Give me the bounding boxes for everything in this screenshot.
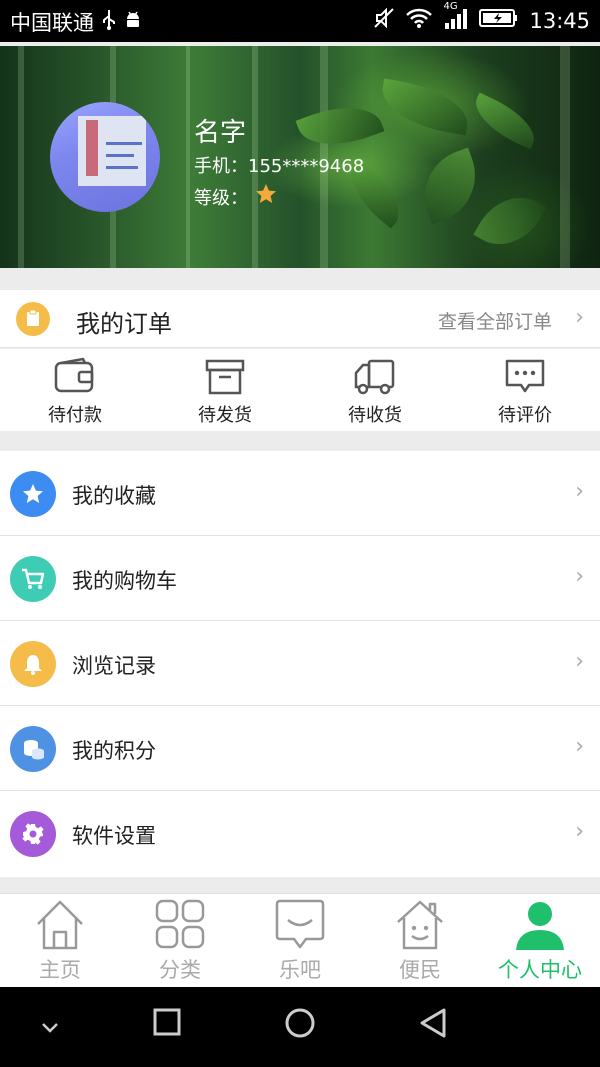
android-debug-icon — [124, 10, 142, 35]
order-pending-payment[interactable]: 待付款 — [0, 349, 150, 431]
wifi-icon — [405, 7, 433, 34]
avatar[interactable] — [50, 102, 160, 212]
system-navigation-bar — [0, 987, 600, 1067]
battery-icon — [479, 7, 519, 34]
tab-label: 主页 — [39, 958, 81, 982]
comment-icon — [505, 359, 545, 393]
chevron-right-icon: › — [575, 479, 584, 504]
coins-icon — [10, 726, 56, 772]
menu-item-label: 我的积分 — [72, 739, 156, 763]
chevron-right-icon: › — [575, 564, 584, 589]
level-info: 等级： — [194, 182, 278, 211]
menu-item-settings[interactable]: 软件设置 › — [0, 791, 600, 876]
order-status-label: 待付款 — [48, 405, 102, 426]
menu-item-points[interactable]: 我的积分 › — [0, 706, 600, 791]
tab-personal-center[interactable]: 个人中心 — [480, 894, 600, 987]
gear-icon — [10, 811, 56, 857]
chevron-right-icon: › — [575, 305, 584, 330]
box-icon — [205, 359, 245, 395]
phone-label: 手机： — [194, 156, 248, 177]
order-status-label: 待收货 — [348, 405, 402, 426]
tab-home[interactable]: 主页 — [0, 894, 120, 987]
my-orders-header[interactable]: 我的订单 查看全部订单 › — [0, 290, 600, 348]
background-stripe — [18, 46, 24, 268]
network-type: 4G — [443, 1, 458, 12]
menu-item-label: 浏览记录 — [72, 654, 156, 678]
carrier-name: 中国联通 — [10, 11, 94, 35]
home-icon — [37, 900, 83, 950]
order-status-label: 待评价 — [498, 405, 552, 426]
truck-icon — [354, 359, 395, 395]
tab-category[interactable]: 分类 — [120, 894, 240, 987]
username: 名字 — [194, 118, 247, 148]
menu-list: 我的收藏 › 我的购物车 › 浏览记录 › 我的积分 › 软件设置 › — [0, 451, 600, 877]
chevron-right-icon: › — [575, 649, 584, 674]
grid-icon — [155, 899, 205, 949]
tab-label: 便民 — [399, 958, 441, 982]
leaf-decoration — [473, 182, 547, 260]
wallet-icon — [54, 357, 94, 393]
order-status-label: 待发货 — [198, 405, 252, 426]
menu-item-label: 我的收藏 — [72, 484, 156, 508]
my-orders-title: 我的订单 — [76, 310, 172, 338]
clock: 13:45 — [529, 8, 590, 33]
tab-leba[interactable]: 乐吧 — [240, 894, 360, 987]
avatar-detail — [106, 142, 142, 145]
clipboard-icon — [16, 302, 50, 336]
level-label: 等级： — [194, 187, 248, 209]
menu-item-label: 软件设置 — [72, 824, 156, 848]
star-icon — [10, 471, 56, 517]
bell-icon — [10, 641, 56, 687]
house-face-icon — [397, 900, 443, 950]
chat-bubble-icon — [275, 899, 325, 949]
avatar-detail — [106, 154, 134, 157]
profile-header: 名字 手机：155****9468 等级： — [0, 46, 600, 268]
usb-icon — [102, 9, 116, 35]
cart-icon — [10, 556, 56, 602]
bottom-tab-bar: 主页 分类 乐吧 便民 个人中心 — [0, 893, 600, 987]
back-icon[interactable] — [418, 1007, 450, 1043]
tab-label: 个人中心 — [498, 958, 582, 982]
star-icon — [254, 182, 278, 211]
order-pending-shipment[interactable]: 待发货 — [150, 349, 300, 431]
chevron-right-icon: › — [575, 734, 584, 759]
signal-icon: 4G — [443, 1, 469, 34]
tab-label: 乐吧 — [279, 958, 321, 982]
mute-icon — [373, 7, 395, 34]
menu-item-cart[interactable]: 我的购物车 › — [0, 536, 600, 621]
menu-item-label: 我的购物车 — [72, 569, 177, 593]
recent-apps-icon[interactable] — [152, 1007, 182, 1041]
phone-info: 手机：155****9468 — [194, 152, 364, 178]
collapse-icon[interactable] — [38, 1015, 62, 1043]
avatar-detail — [106, 166, 138, 169]
home-button-icon[interactable] — [284, 1007, 316, 1043]
leaf-decoration — [466, 92, 544, 150]
view-all-orders-link[interactable]: 查看全部订单 — [438, 307, 552, 334]
leaf-decoration — [377, 78, 473, 136]
avatar-detail — [86, 120, 98, 176]
background-stripe — [560, 46, 570, 268]
tab-bianmin[interactable]: 便民 — [360, 894, 480, 987]
tab-label: 分类 — [159, 958, 201, 982]
background-stripe — [186, 46, 190, 268]
chevron-right-icon: › — [575, 819, 584, 844]
phone-number: 155****9468 — [248, 156, 365, 177]
person-icon — [516, 902, 564, 950]
leaf-decoration — [411, 147, 489, 225]
menu-item-history[interactable]: 浏览记录 › — [0, 621, 600, 706]
status-bar: 中国联通 4G 13:45 — [0, 0, 600, 42]
order-pending-receipt[interactable]: 待收货 — [300, 349, 450, 431]
order-status-row: 待付款 待发货 待收货 待评价 — [0, 349, 600, 431]
order-pending-review[interactable]: 待评价 — [450, 349, 600, 431]
menu-item-favorites[interactable]: 我的收藏 › — [0, 451, 600, 536]
leaf-decoration — [295, 93, 385, 159]
